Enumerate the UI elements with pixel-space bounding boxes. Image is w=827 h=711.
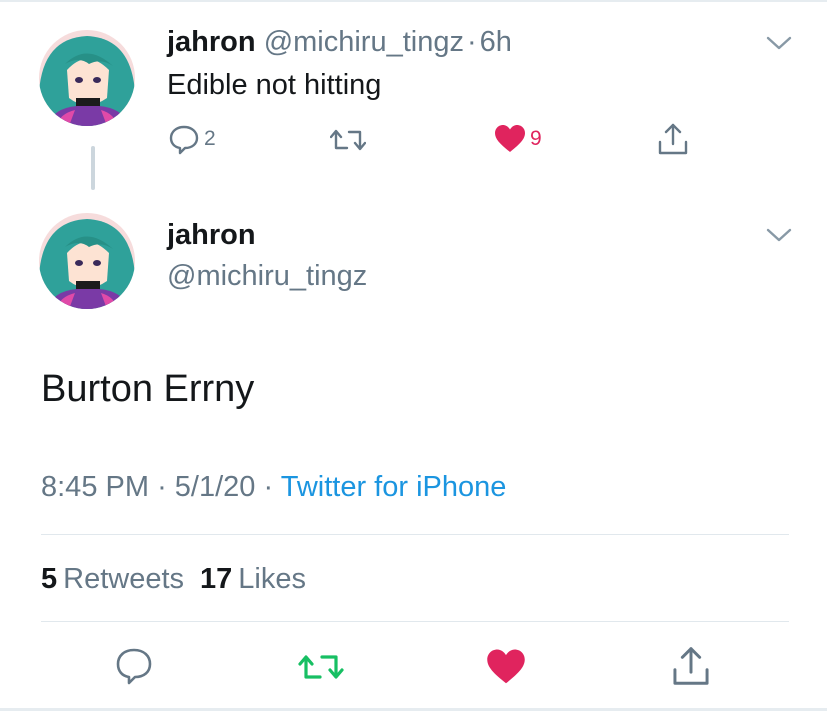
- separator: ·: [263, 471, 274, 503]
- display-name[interactable]: jahron: [167, 26, 256, 58]
- like-button[interactable]: 9: [494, 124, 542, 154]
- engagement-stats: 5 Retweets 17 Likes: [41, 561, 306, 597]
- divider: [41, 621, 789, 622]
- reply-count: 2: [204, 127, 216, 150]
- source-link[interactable]: Twitter for iPhone: [281, 471, 507, 503]
- chevron-down-icon[interactable]: [765, 34, 793, 52]
- likes-stat[interactable]: 17 Likes: [200, 563, 306, 595]
- retweets-label: Retweets: [63, 563, 185, 595]
- retweet-icon[interactable]: [298, 650, 344, 684]
- heart-icon[interactable]: [486, 648, 526, 686]
- separator: ·: [466, 26, 477, 58]
- tweet-text: Burton Errny: [41, 368, 255, 410]
- display-name[interactable]: jahron: [167, 217, 256, 253]
- reply-icon: [169, 125, 199, 155]
- tweet-header: jahron @michiru_tingz · 6h: [167, 24, 512, 60]
- likes-label: Likes: [238, 563, 306, 595]
- reply-button[interactable]: 2: [168, 123, 216, 155]
- retweets-count: 5: [41, 563, 58, 595]
- divider: [41, 534, 789, 535]
- top-divider: [0, 0, 827, 2]
- likes-count: 17: [200, 563, 233, 595]
- tweet-date: 5/1/20: [174, 471, 256, 503]
- timestamp[interactable]: 6h: [480, 26, 512, 58]
- handle[interactable]: @michiru_tingz: [167, 258, 367, 294]
- like-count: 9: [530, 127, 542, 150]
- share-icon[interactable]: [657, 122, 689, 156]
- retweets-stat[interactable]: 5 Retweets: [41, 563, 184, 595]
- reply-icon[interactable]: [114, 646, 154, 686]
- thread-connector: [91, 146, 95, 190]
- tweet-time: 8:45 PM: [41, 471, 149, 503]
- avatar[interactable]: [39, 213, 135, 309]
- separator: ·: [157, 471, 167, 503]
- handle[interactable]: @michiru_tingz: [264, 26, 464, 58]
- avatar[interactable]: [39, 30, 135, 126]
- share-icon[interactable]: [671, 645, 711, 687]
- tweet-text: Edible not hitting: [167, 69, 382, 101]
- retweet-icon[interactable]: [330, 126, 366, 154]
- heart-icon: [495, 125, 525, 152]
- tweet-meta: 8:45 PM · 5/1/20 · Twitter for iPhone: [41, 469, 506, 505]
- chevron-down-icon[interactable]: [765, 226, 793, 244]
